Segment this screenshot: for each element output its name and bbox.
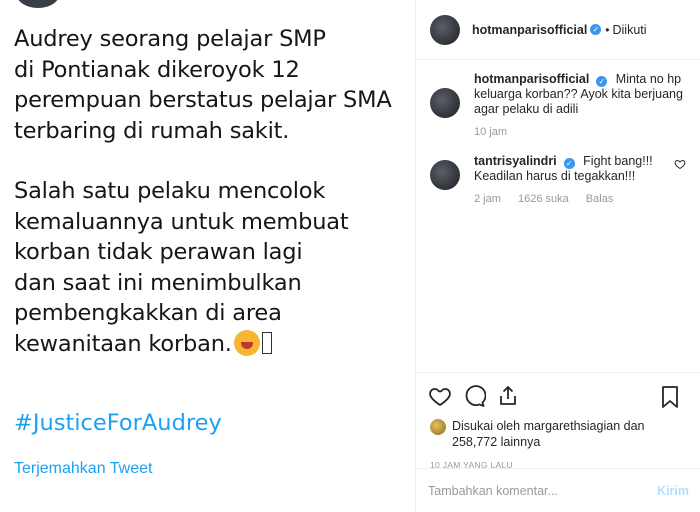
comment-time[interactable]: 10 jam bbox=[474, 126, 507, 138]
post-comment-button[interactable]: Kirim bbox=[657, 484, 689, 498]
follow-status-button[interactable]: Diikuti bbox=[613, 23, 647, 37]
comment-likes[interactable]: 1626 suka bbox=[518, 193, 569, 205]
comment-avatar[interactable] bbox=[430, 160, 460, 190]
reply-button[interactable]: Balas bbox=[586, 193, 614, 205]
comment-username[interactable]: tantrisyalindri bbox=[474, 154, 557, 168]
post-header: hotmanparisofficial ✓ • Diikuti bbox=[416, 0, 700, 60]
post-side-panel: hotmanparisofficial ✓ • Diikuti hotmanpa… bbox=[415, 0, 700, 512]
tweet-text: Audrey seorang pelajar SMP di Pontianak … bbox=[14, 24, 409, 389]
verified-badge-icon: ✓ bbox=[596, 76, 608, 87]
comment-item: hotmanparisofficial ✓ Minta no hp keluarg… bbox=[430, 72, 686, 140]
like-heart-icon[interactable] bbox=[428, 384, 452, 408]
author-username[interactable]: hotmanparisofficial bbox=[472, 23, 587, 37]
comment-input[interactable] bbox=[428, 483, 658, 498]
comment-avatar[interactable] bbox=[430, 88, 460, 118]
comment-item: tantrisyalindri ✓ Fight bang!!! Keadilan … bbox=[430, 154, 686, 207]
verified-badge-icon: ✓ bbox=[590, 24, 602, 35]
post-image[interactable]: Audrey seorang pelajar SMP di Pontianak … bbox=[0, 0, 415, 512]
tweet-paragraph-2: Salah satu pelaku mencolok kemaluannya u… bbox=[14, 176, 409, 359]
verified-badge-icon: ✓ bbox=[563, 158, 575, 169]
missing-glyph-icon bbox=[261, 331, 272, 354]
post-timestamp[interactable]: 10 JAM YANG LALU bbox=[416, 450, 700, 470]
liker-avatar[interactable] bbox=[430, 419, 446, 435]
post-actions-bar bbox=[416, 372, 700, 418]
tweet-avatar bbox=[16, 0, 60, 8]
comment-like-heart-icon[interactable] bbox=[674, 158, 686, 170]
translate-tweet-link[interactable]: Terjemahkan Tweet bbox=[14, 460, 152, 478]
likes-summary: Disukai oleh margarethsiagian dan 258,77… bbox=[416, 418, 700, 450]
hashtag-link[interactable]: #JusticeForAudrey bbox=[14, 410, 222, 436]
comments-list: hotmanparisofficial ✓ Minta no hp keluarg… bbox=[416, 60, 700, 372]
tweet-paragraph-1: Audrey seorang pelajar SMP di Pontianak … bbox=[14, 26, 392, 144]
likes-text[interactable]: Disukai oleh margarethsiagian dan 258,77… bbox=[452, 418, 686, 450]
tweet-paragraph-2-text: Salah satu pelaku mencolok kemaluannya u… bbox=[14, 178, 349, 357]
author-avatar[interactable] bbox=[430, 14, 460, 45]
comment-time[interactable]: 2 jam bbox=[474, 193, 501, 205]
comment-username[interactable]: hotmanparisofficial bbox=[474, 72, 589, 86]
separator-dot: • bbox=[605, 22, 610, 37]
bookmark-icon[interactable] bbox=[660, 385, 680, 409]
comment-bubble-icon[interactable] bbox=[462, 384, 486, 408]
add-comment-bar: Kirim bbox=[416, 468, 700, 512]
share-icon[interactable] bbox=[496, 384, 520, 408]
crying-face-emoji-icon bbox=[233, 329, 260, 356]
